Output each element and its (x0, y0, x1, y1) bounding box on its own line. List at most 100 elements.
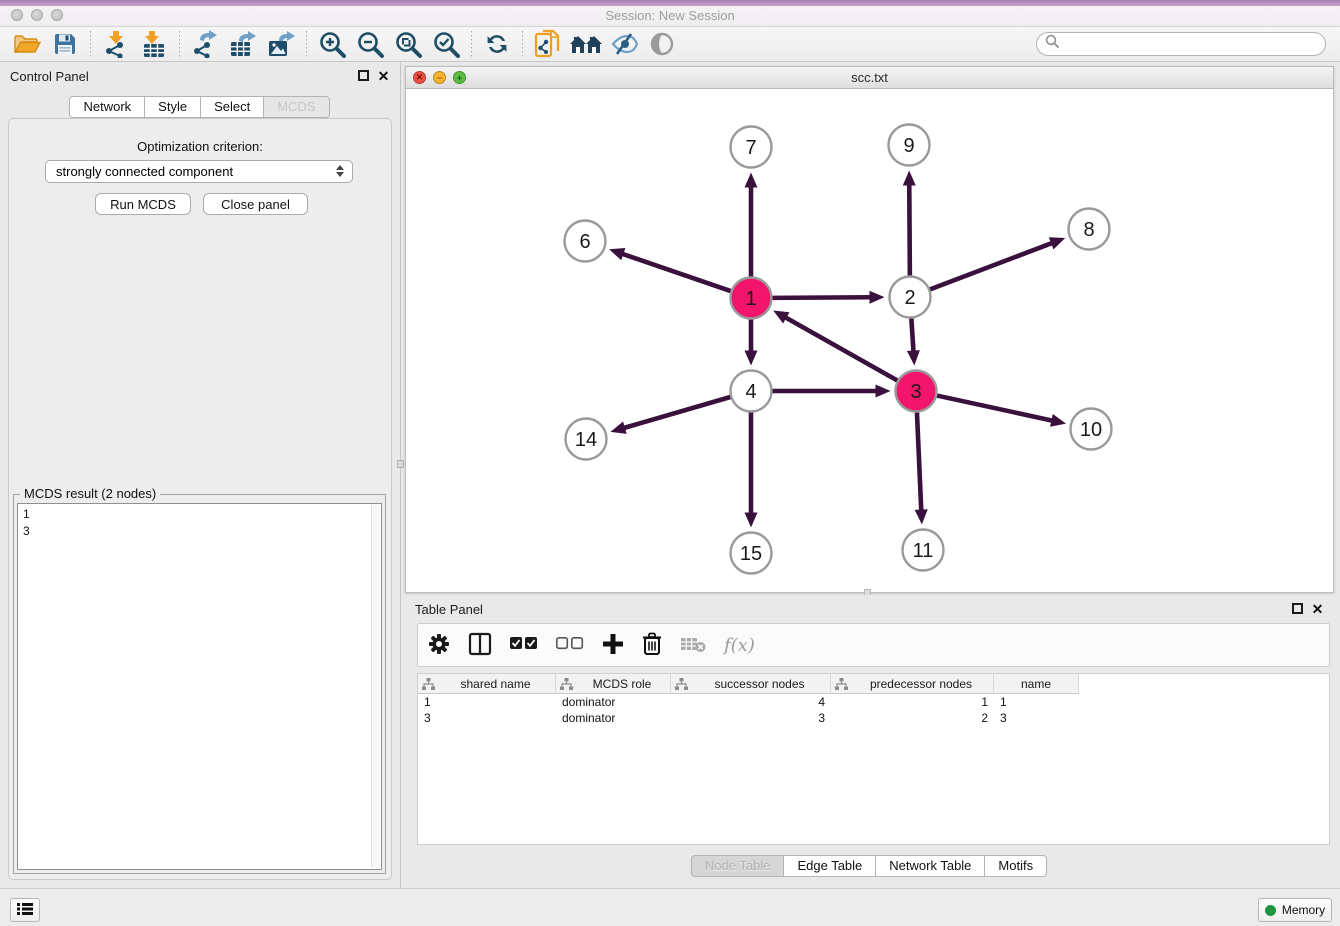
cell-name: 3 (994, 710, 1079, 726)
zoom-in-button[interactable] (313, 29, 351, 59)
column-header-shared-name[interactable]: shared name (418, 674, 556, 694)
graph-edge-2-9[interactable] (903, 170, 916, 275)
tab-network-table[interactable]: Network Table (875, 855, 985, 877)
run-mcds-button[interactable]: Run MCDS (95, 193, 191, 215)
graph-node-6[interactable]: 6 (565, 221, 606, 262)
show-columns-button[interactable] (468, 630, 492, 660)
network-canvas[interactable]: 7 9 6 8 1 2 4 3 14 10 15 11 (406, 89, 1333, 592)
export-image-icon (267, 30, 295, 58)
apply-layout-button[interactable] (478, 29, 516, 59)
zoom-fit-button[interactable] (389, 29, 427, 59)
table-panel-close-button[interactable]: ✕ (1311, 603, 1324, 616)
graph-node-10[interactable]: 10 (1071, 409, 1112, 450)
tab-mcds[interactable]: MCDS (263, 96, 329, 118)
graph-node-14[interactable]: 14 (566, 419, 607, 460)
tab-motifs[interactable]: Motifs (984, 855, 1047, 877)
zoom-selected-button[interactable] (427, 29, 465, 59)
graph-edge-4-14[interactable] (610, 397, 730, 434)
close-panel-button[interactable]: Close panel (203, 193, 308, 215)
graph-node-2[interactable]: 2 (890, 277, 931, 318)
graph-node-15[interactable]: 15 (731, 533, 772, 574)
graph-edge-2-8[interactable] (930, 237, 1065, 289)
tab-select[interactable]: Select (200, 96, 264, 118)
delete-table-button[interactable] (680, 630, 706, 660)
graph-node-4[interactable]: 4 (731, 371, 772, 412)
control-panel-header: Control Panel ✕ (0, 66, 400, 88)
node-table: shared nameMCDS rolesuccessor nodesprede… (417, 673, 1330, 845)
mcds-result-text[interactable]: 13 (17, 503, 382, 870)
splitter-grip[interactable] (397, 460, 404, 468)
create-column-button[interactable] (602, 630, 624, 660)
save-session-button[interactable] (46, 29, 84, 59)
table-row[interactable]: 3dominator323 (418, 710, 1329, 726)
home-button[interactable] (567, 29, 605, 59)
zoom-out-button[interactable] (351, 29, 389, 59)
tab-network[interactable]: Network (69, 96, 145, 118)
table-toolbar: f(x) (417, 623, 1330, 667)
show-graphics-button[interactable] (643, 29, 681, 59)
optimization-criterion-label: Optimization criterion: (9, 139, 391, 154)
main-toolbar (0, 27, 1340, 62)
show-panels-button[interactable] (10, 898, 40, 922)
graph-node-11[interactable]: 11 (903, 530, 944, 571)
export-network-icon (192, 30, 218, 58)
deselect-all-columns-button[interactable] (556, 630, 584, 660)
node-label-15: 15 (740, 543, 762, 565)
control-panel-close-button[interactable]: ✕ (377, 70, 390, 83)
export-table-button[interactable] (224, 29, 262, 59)
delete-column-button[interactable] (642, 630, 662, 660)
table-settings-button[interactable] (428, 630, 450, 660)
graph-edge-1-7[interactable] (745, 173, 758, 277)
column-header-predecessor-nodes[interactable]: predecessor nodes (831, 674, 994, 694)
node-label-14: 14 (575, 429, 597, 451)
clone-network-button[interactable] (529, 29, 567, 59)
refresh-icon (484, 31, 510, 57)
cell-MCDS-role: dominator (556, 710, 671, 726)
hide-graphics-button[interactable] (605, 29, 643, 59)
column-header-name[interactable]: name (994, 674, 1079, 694)
graph-node-3[interactable]: 3 (896, 371, 937, 412)
search-input[interactable] (1060, 37, 1317, 51)
tab-node-table[interactable]: Node Table (691, 855, 785, 877)
graph-node-7[interactable]: 7 (731, 127, 772, 168)
graph-edge-2-3[interactable] (907, 318, 920, 365)
memory-label: Memory (1282, 903, 1325, 917)
graph-edge-1-4[interactable] (745, 320, 758, 366)
graph-edge-1-2[interactable] (772, 291, 884, 304)
graph-node-8[interactable]: 8 (1069, 209, 1110, 250)
fx-icon: f(x) (724, 635, 755, 656)
network-window-titlebar[interactable]: ✕ − + scc.txt (406, 67, 1333, 89)
memory-button[interactable]: Memory (1258, 898, 1332, 922)
criterion-dropdown[interactable]: strongly connected component (45, 160, 353, 183)
function-builder-button[interactable]: f(x) (724, 630, 755, 660)
table-panel-title: Table Panel (415, 602, 483, 617)
toolbar-separator (179, 31, 180, 57)
import-table-button[interactable] (135, 29, 173, 59)
export-network-button[interactable] (186, 29, 224, 59)
control-panel-float-button[interactable] (358, 70, 369, 81)
select-all-columns-button[interactable] (510, 630, 538, 660)
column-header-MCDS-role[interactable]: MCDS role (556, 674, 671, 694)
table-row[interactable]: 1dominator411 (418, 694, 1329, 710)
open-session-button[interactable] (8, 29, 46, 59)
network-view-window: ✕ − + scc.txt 7 9 6 8 1 2 4 3 14 10 15 11 (405, 66, 1334, 593)
column-header-successor-nodes[interactable]: successor nodes (671, 674, 831, 694)
graph-edge-4-15[interactable] (745, 413, 758, 528)
graph-node-1[interactable]: 1 (731, 278, 772, 319)
graph-node-9[interactable]: 9 (889, 125, 930, 166)
export-image-button[interactable] (262, 29, 300, 59)
cell-MCDS-role: dominator (556, 694, 671, 710)
tab-style[interactable]: Style (144, 96, 201, 118)
node-label-1: 1 (745, 288, 756, 310)
graph-edge-3-11[interactable] (915, 412, 928, 524)
graph-edge-3-1[interactable] (773, 311, 897, 381)
dropdown-stepper-icon (336, 165, 344, 177)
graph-edge-4-3[interactable] (773, 385, 891, 398)
graph-edge-3-10[interactable] (937, 396, 1066, 427)
graph-edge-1-6[interactable] (609, 248, 731, 291)
result-scrollbar[interactable] (371, 505, 380, 868)
table-panel-float-button[interactable] (1292, 603, 1303, 614)
list-icon (17, 902, 33, 919)
tab-edge-table[interactable]: Edge Table (783, 855, 876, 877)
import-network-button[interactable] (97, 29, 135, 59)
